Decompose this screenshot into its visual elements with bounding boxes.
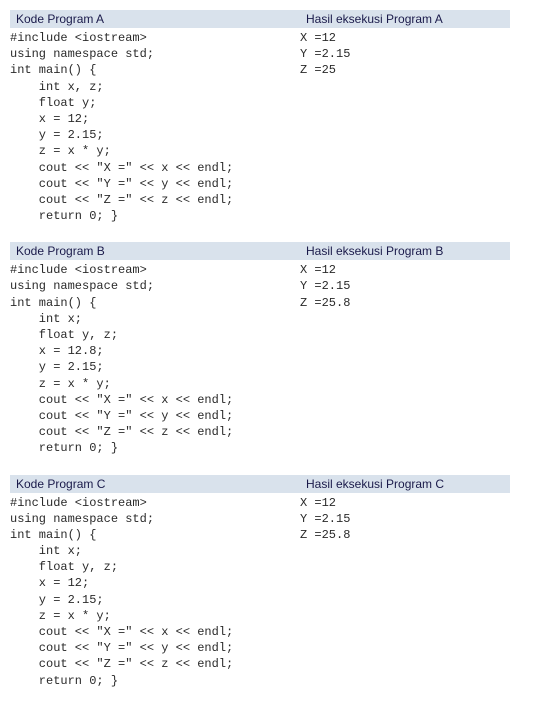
code-column: Kode Program A #include <iostream> using… — [10, 10, 300, 224]
result-content: X =12 Y =2.15 Z =25.8 — [300, 495, 510, 544]
result-column: Hasil eksekusi Program C X =12 Y =2.15 Z… — [300, 475, 510, 689]
result-header: Hasil eksekusi Program C — [300, 475, 510, 493]
code-column: Kode Program B #include <iostream> using… — [10, 242, 300, 456]
code-content: #include <iostream> using namespace std;… — [10, 495, 300, 689]
code-header: Kode Program A — [10, 10, 300, 28]
program-block: Kode Program B #include <iostream> using… — [10, 242, 526, 456]
result-column: Hasil eksekusi Program A X =12 Y =2.15 Z… — [300, 10, 510, 224]
result-content: X =12 Y =2.15 Z =25.8 — [300, 262, 510, 311]
code-column: Kode Program C #include <iostream> using… — [10, 475, 300, 689]
code-content: #include <iostream> using namespace std;… — [10, 30, 300, 224]
result-header: Hasil eksekusi Program B — [300, 242, 510, 260]
result-column: Hasil eksekusi Program B X =12 Y =2.15 Z… — [300, 242, 510, 456]
result-header: Hasil eksekusi Program A — [300, 10, 510, 28]
result-content: X =12 Y =2.15 Z =25 — [300, 30, 510, 79]
program-block: Kode Program A #include <iostream> using… — [10, 10, 526, 224]
program-block: Kode Program C #include <iostream> using… — [10, 475, 526, 689]
code-header: Kode Program C — [10, 475, 300, 493]
code-header: Kode Program B — [10, 242, 300, 260]
code-content: #include <iostream> using namespace std;… — [10, 262, 300, 456]
